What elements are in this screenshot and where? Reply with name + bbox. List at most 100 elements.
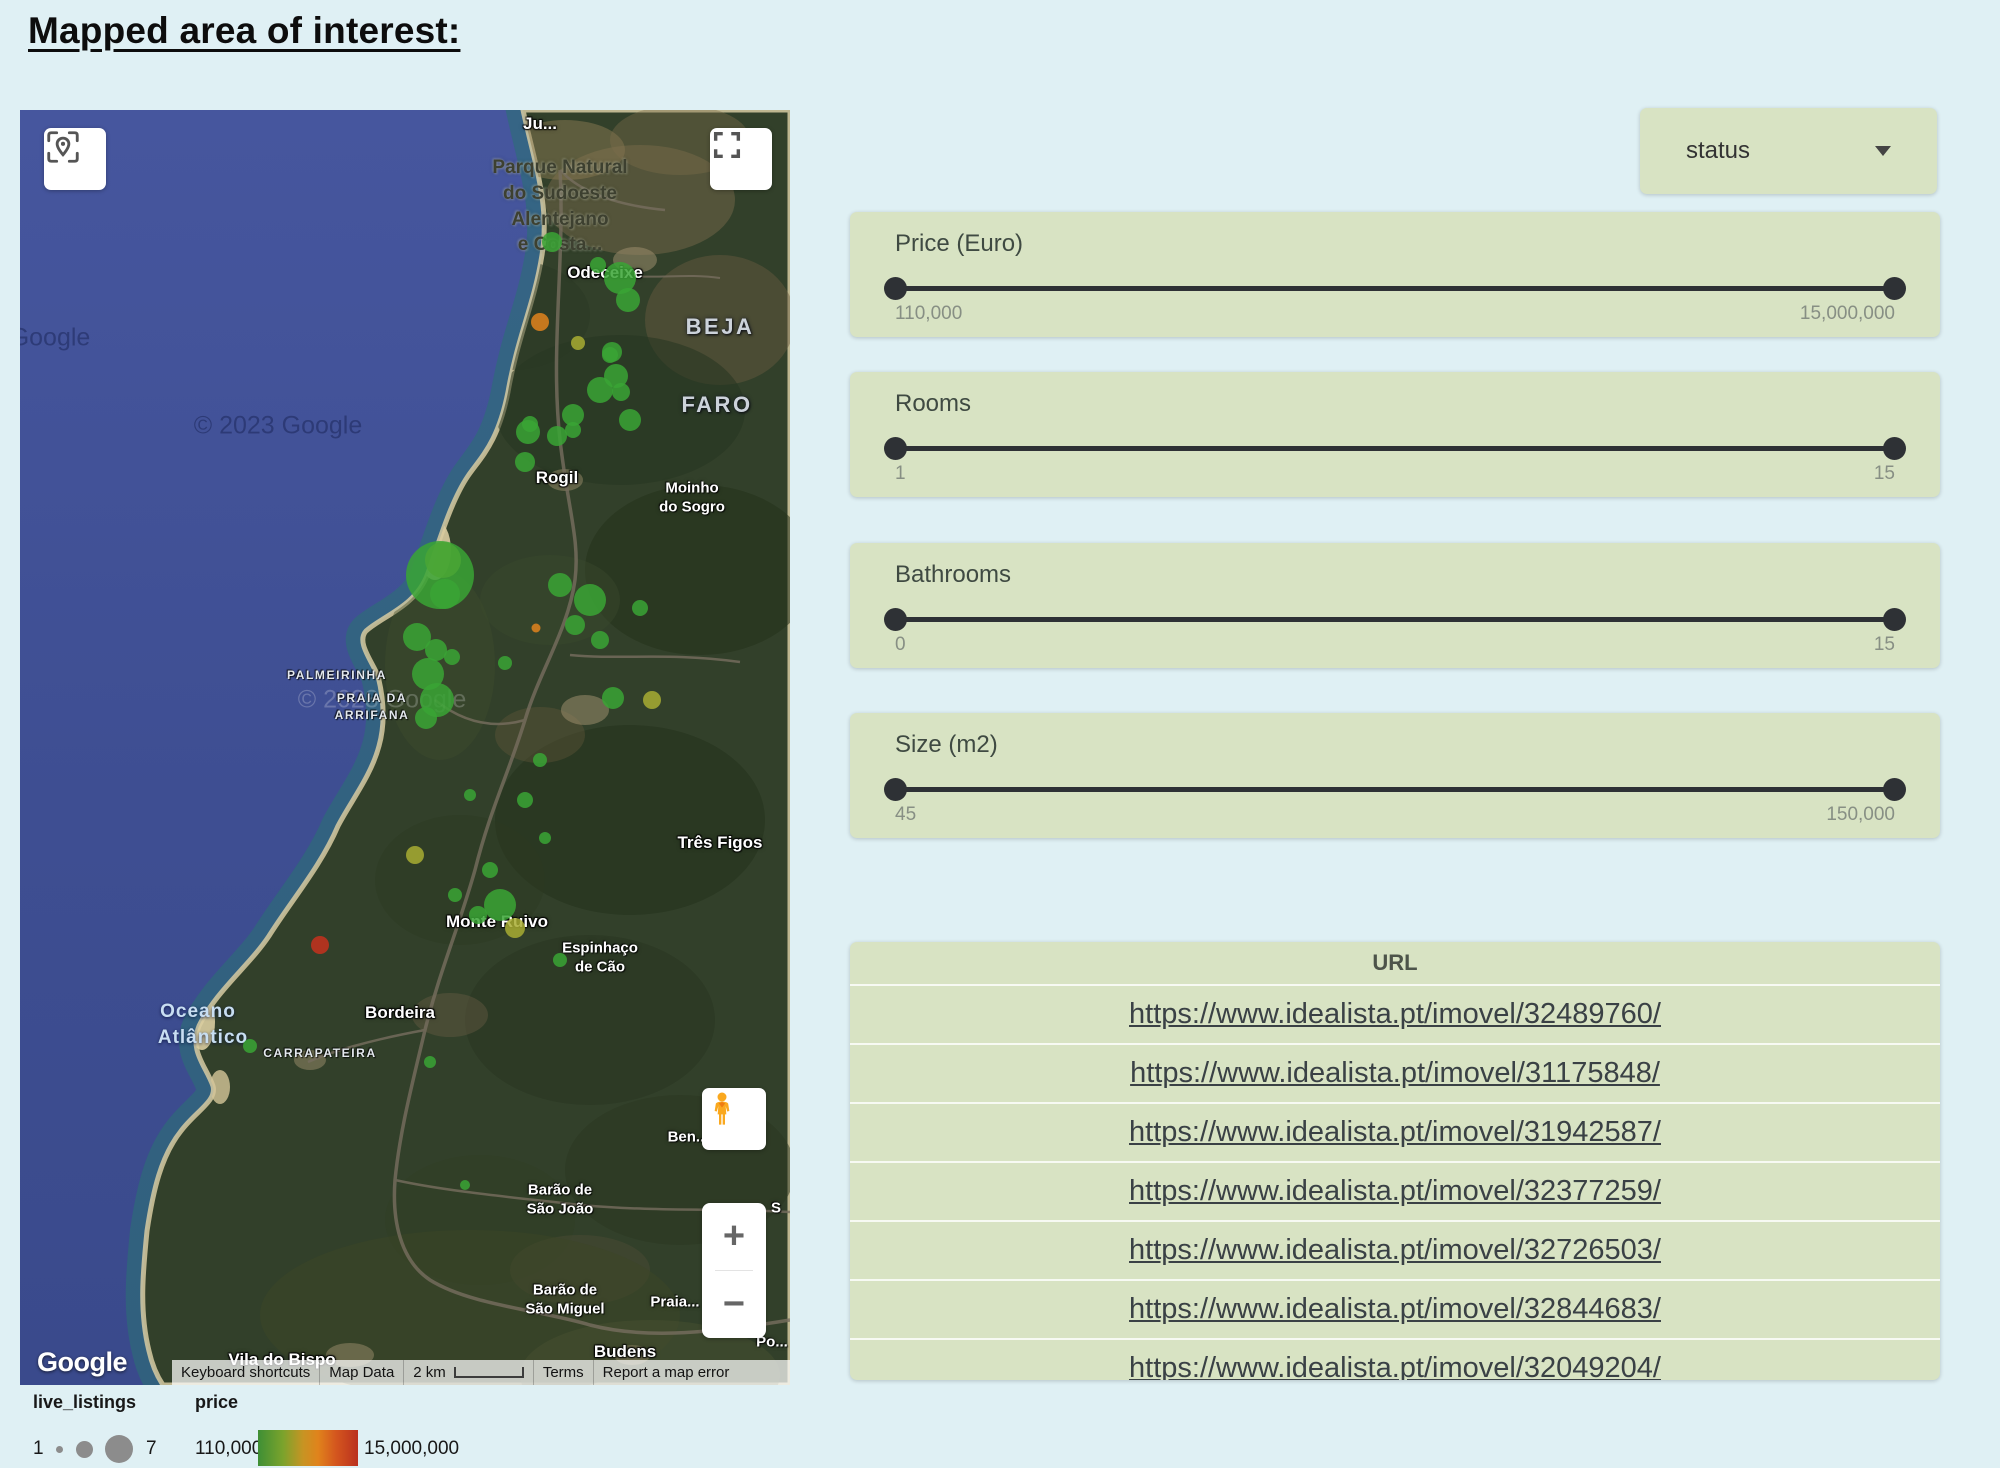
slider-track-rooms[interactable]: [895, 446, 1895, 451]
listing-marker[interactable]: [484, 889, 516, 921]
listing-marker[interactable]: [505, 918, 525, 938]
price-legend-min: 110,000: [195, 1438, 262, 1460]
attribution-text: Report a map error: [603, 1364, 730, 1381]
listing-marker[interactable]: [531, 313, 549, 331]
listing-marker[interactable]: [616, 288, 640, 312]
listing-marker[interactable]: [553, 953, 567, 967]
listing-marker[interactable]: [591, 631, 609, 649]
slider-handle-min-size-m2[interactable]: [884, 778, 907, 801]
listing-marker[interactable]: [571, 336, 585, 350]
slider-max-value-price-euro: 15,000,000: [1800, 303, 1895, 325]
listing-marker[interactable]: [464, 789, 476, 801]
listing-marker[interactable]: [602, 687, 624, 709]
listing-marker[interactable]: [612, 383, 630, 401]
map-place-label: ARRIFANA: [335, 708, 410, 722]
slider-handle-min-bathrooms[interactable]: [884, 608, 907, 631]
map-place-label: CARRAPATEIRA: [263, 1046, 376, 1060]
listing-marker[interactable]: [587, 377, 613, 403]
map-canvas[interactable]: Ju...Parque Naturaldo SudoesteAlentejano…: [20, 110, 790, 1385]
map-attribution-bar: Keyboard shortcuts Map Data 2 km Terms Repor…: [172, 1360, 790, 1385]
status-dropdown-label: status: [1686, 137, 1750, 165]
listing-marker[interactable]: [532, 624, 541, 633]
listing-url-link[interactable]: https://www.idealista.pt/imovel/32844683…: [1129, 1293, 1661, 1326]
listing-marker[interactable]: [542, 232, 562, 252]
map-place-label: São João: [527, 1201, 594, 1218]
slider-track-bathrooms[interactable]: [895, 617, 1895, 622]
listing-marker[interactable]: [243, 1039, 257, 1053]
listing-marker[interactable]: [602, 347, 618, 363]
slider-handle-max-size-m2[interactable]: [1883, 778, 1906, 801]
listing-marker[interactable]: [643, 691, 661, 709]
attribution-text: 2 km: [413, 1364, 446, 1381]
pegman-button[interactable]: [702, 1088, 766, 1150]
zoom-out-button[interactable]: −: [702, 1271, 766, 1338]
map-data-link[interactable]: Map Data: [319, 1360, 403, 1385]
fullscreen-button[interactable]: [710, 128, 772, 190]
google-logo[interactable]: Google: [37, 1347, 127, 1378]
slider-handle-max-bathrooms[interactable]: [1883, 608, 1906, 631]
listing-marker[interactable]: [515, 452, 535, 472]
listing-marker[interactable]: [311, 936, 329, 954]
zoom-control: + −: [702, 1203, 766, 1338]
slider-track-size-m2[interactable]: [895, 787, 1895, 792]
zoom-in-button[interactable]: +: [702, 1203, 766, 1270]
chevron-down-icon: [1875, 146, 1891, 156]
listing-marker[interactable]: [482, 862, 498, 878]
listing-url-link[interactable]: https://www.idealista.pt/imovel/31942587…: [1129, 1116, 1661, 1149]
keyboard-shortcuts-link[interactable]: Keyboard shortcuts: [172, 1360, 319, 1385]
listing-url-link[interactable]: https://www.idealista.pt/imovel/32377259…: [1129, 1175, 1661, 1208]
slider-track-price-euro[interactable]: [895, 286, 1895, 291]
slider-label-price-euro: Price (Euro): [895, 230, 1023, 258]
map-place-label: do Sogro: [659, 499, 725, 516]
listing-marker[interactable]: [415, 707, 437, 729]
price-legend-max: 15,000,000: [364, 1438, 459, 1460]
listing-marker[interactable]: [547, 426, 567, 446]
listing-marker[interactable]: [498, 656, 512, 670]
map-place-label: Bordeira: [365, 1003, 435, 1023]
dashboard: Mapped area of interest:: [0, 0, 2000, 1468]
listing-marker[interactable]: [632, 600, 648, 616]
slider-label-size-m2: Size (m2): [895, 731, 998, 759]
listing-marker[interactable]: [539, 832, 551, 844]
slider-handle-max-price-euro[interactable]: [1883, 277, 1906, 300]
listing-url-link[interactable]: https://www.idealista.pt/imovel/31175848…: [1130, 1057, 1660, 1090]
listing-marker[interactable]: [517, 792, 533, 808]
map-place-label: de Cão: [575, 959, 625, 976]
size-legend-title: live_listings: [33, 1392, 136, 1413]
slider-min-value-size-m2: 45: [895, 804, 916, 826]
attribution-text: Keyboard shortcuts: [181, 1364, 310, 1381]
listing-marker[interactable]: [448, 888, 462, 902]
slider-handle-min-rooms[interactable]: [884, 437, 907, 460]
filter-card-rooms: Rooms115: [850, 372, 1940, 497]
table-row: https://www.idealista.pt/imovel/32049204…: [850, 1338, 1940, 1380]
map-place-label: Budens: [594, 1342, 656, 1362]
listing-marker[interactable]: [406, 846, 424, 864]
slider-handle-min-price-euro[interactable]: [884, 277, 907, 300]
listing-marker[interactable]: [565, 615, 585, 635]
report-map-error-link[interactable]: Report a map error: [593, 1360, 790, 1385]
url-table: URL https://www.idealista.pt/imovel/3248…: [850, 942, 1940, 1380]
listing-url-link[interactable]: https://www.idealista.pt/imovel/32049204…: [1129, 1352, 1661, 1380]
listing-marker[interactable]: [533, 753, 547, 767]
listing-url-link[interactable]: https://www.idealista.pt/imovel/32726503…: [1129, 1234, 1661, 1267]
table-row: https://www.idealista.pt/imovel/32489760…: [850, 984, 1940, 1043]
listing-marker[interactable]: [574, 584, 606, 616]
size-legend-dot-large: [105, 1435, 133, 1463]
status-dropdown[interactable]: status: [1640, 108, 1937, 194]
listing-marker[interactable]: [430, 579, 460, 609]
terms-link[interactable]: Terms: [533, 1360, 593, 1385]
map-place-label: PRAIA DA: [337, 691, 407, 705]
listing-marker[interactable]: [619, 409, 641, 431]
size-legend-dot-medium: [76, 1441, 93, 1458]
listing-marker[interactable]: [424, 1056, 436, 1068]
locate-listings-button[interactable]: [44, 128, 106, 190]
listing-url-link[interactable]: https://www.idealista.pt/imovel/32489760…: [1129, 998, 1661, 1031]
listing-marker[interactable]: [516, 420, 540, 444]
listing-marker[interactable]: [590, 257, 606, 273]
listing-marker[interactable]: [469, 906, 487, 924]
listing-marker[interactable]: [562, 404, 584, 426]
listing-marker[interactable]: [548, 573, 572, 597]
table-row: https://www.idealista.pt/imovel/32844683…: [850, 1279, 1940, 1338]
slider-handle-max-rooms[interactable]: [1883, 437, 1906, 460]
listing-marker[interactable]: [460, 1180, 470, 1190]
